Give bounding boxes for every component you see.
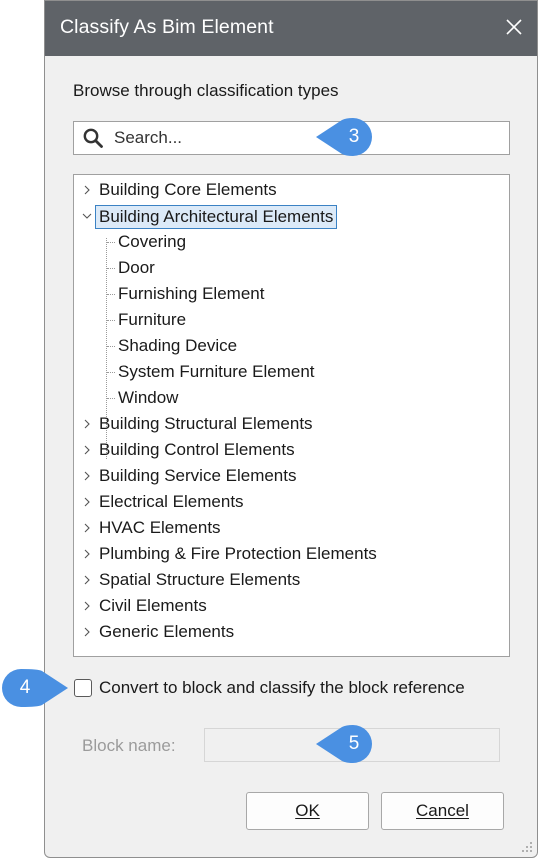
close-icon bbox=[506, 19, 522, 35]
tree-item-label: Building Service Elements bbox=[99, 466, 297, 485]
tree-item-label: Generic Elements bbox=[99, 622, 235, 641]
search-box[interactable] bbox=[73, 121, 510, 155]
tree-item-label: HVAC Elements bbox=[99, 518, 221, 537]
tree-child-item[interactable]: System Furniture Element bbox=[74, 359, 504, 385]
tree-item[interactable]: HVAC Elements bbox=[74, 515, 504, 541]
tree-guide-branch bbox=[107, 294, 115, 295]
chevron-right-icon[interactable] bbox=[82, 419, 92, 429]
tree-child-item[interactable]: Furniture bbox=[74, 307, 504, 333]
tree-child-label: Door bbox=[118, 258, 155, 277]
tree-item[interactable]: Spatial Structure Elements bbox=[74, 567, 504, 593]
chevron-right-icon[interactable] bbox=[82, 523, 92, 533]
convert-checkbox[interactable] bbox=[74, 679, 92, 697]
tree-child-item[interactable]: Door bbox=[74, 255, 504, 281]
chevron-right-icon[interactable] bbox=[82, 471, 92, 481]
classify-dialog: Classify As Bim Element Browse through c… bbox=[44, 0, 538, 858]
tree-guide-branch bbox=[107, 398, 115, 399]
tree-guide-branch bbox=[107, 268, 115, 269]
chevron-right-icon[interactable] bbox=[82, 601, 92, 611]
tree-item[interactable]: Generic Elements bbox=[74, 619, 504, 645]
tree-guide-branch bbox=[107, 372, 115, 373]
callout-4-number: 4 bbox=[19, 677, 31, 698]
convert-checkbox-label[interactable]: Convert to block and classify the block … bbox=[99, 678, 465, 698]
tree-item-label: Building Core Elements bbox=[99, 180, 277, 199]
tree-child-label: Shading Device bbox=[118, 336, 238, 355]
tree-item-label: Electrical Elements bbox=[99, 492, 244, 511]
title-bar[interactable]: Classify As Bim Element bbox=[45, 1, 537, 56]
search-icon bbox=[83, 128, 103, 148]
tree-child-item[interactable]: Covering bbox=[74, 229, 504, 255]
browse-label: Browse through classification types bbox=[73, 81, 339, 100]
search-input[interactable] bbox=[114, 126, 494, 150]
cancel-button-label: Cancel bbox=[416, 801, 469, 820]
tree-guide-branch bbox=[107, 346, 115, 347]
close-button[interactable] bbox=[497, 10, 531, 44]
callout-3: 3 bbox=[316, 118, 378, 156]
tree-child-label: Furnishing Element bbox=[118, 284, 265, 303]
tree-item-label: Civil Elements bbox=[99, 596, 207, 615]
tree-child-label: System Furniture Element bbox=[118, 362, 315, 381]
tree-child-label: Window bbox=[118, 388, 179, 407]
block-name-label: Block name: bbox=[82, 736, 176, 755]
chevron-right-icon[interactable] bbox=[82, 445, 92, 455]
chevron-right-icon[interactable] bbox=[82, 549, 92, 559]
tree-guide-branch bbox=[107, 242, 115, 243]
tree-item[interactable]: Electrical Elements bbox=[74, 489, 504, 515]
tree-item[interactable]: Building Structural Elements bbox=[74, 411, 504, 437]
dialog-title: Classify As Bim Element bbox=[60, 16, 274, 38]
tree-item[interactable]: Building Control Elements bbox=[74, 437, 504, 463]
tree-item[interactable]: Building Core Elements bbox=[74, 177, 504, 203]
tree-child-label: Covering bbox=[118, 232, 187, 251]
chevron-right-icon[interactable] bbox=[82, 497, 92, 507]
chevron-down-icon[interactable] bbox=[82, 211, 92, 221]
tree-item-label: Building Architectural Elements bbox=[95, 205, 338, 229]
cancel-button[interactable]: Cancel bbox=[381, 792, 504, 830]
callout-5-number: 5 bbox=[348, 733, 360, 754]
tree-item-label: Building Control Elements bbox=[99, 440, 295, 459]
tree-child-item[interactable]: Furnishing Element bbox=[74, 281, 504, 307]
tree-child-item[interactable]: Window bbox=[74, 385, 504, 411]
chevron-right-icon[interactable] bbox=[82, 627, 92, 637]
tree-child-label: Furniture bbox=[118, 310, 187, 329]
tree-guide-branch bbox=[107, 320, 115, 321]
tree-item-label: Spatial Structure Elements bbox=[99, 570, 301, 589]
callout-4: 4 bbox=[2, 669, 68, 707]
ok-button-label: OK bbox=[295, 801, 320, 820]
tree-item[interactable]: Plumbing & Fire Protection Elements bbox=[74, 541, 504, 567]
classification-tree[interactable]: Building Core Elements Building Architect… bbox=[73, 174, 510, 657]
callout-3-number: 3 bbox=[348, 126, 360, 147]
chevron-right-icon[interactable] bbox=[82, 575, 92, 585]
tree-item-label: Building Structural Elements bbox=[99, 414, 313, 433]
resize-grip-icon[interactable] bbox=[520, 840, 534, 854]
chevron-right-icon[interactable] bbox=[82, 185, 92, 195]
tree-item-label: Plumbing & Fire Protection Elements bbox=[99, 544, 377, 563]
callout-5: 5 bbox=[316, 725, 378, 763]
tree-item[interactable]: Building Architectural Elements bbox=[74, 203, 504, 229]
tree-item[interactable]: Building Service Elements bbox=[74, 463, 504, 489]
tree-child-item[interactable]: Shading Device bbox=[74, 333, 504, 359]
tree-item[interactable]: Civil Elements bbox=[74, 593, 504, 619]
ok-button[interactable]: OK bbox=[246, 792, 369, 830]
